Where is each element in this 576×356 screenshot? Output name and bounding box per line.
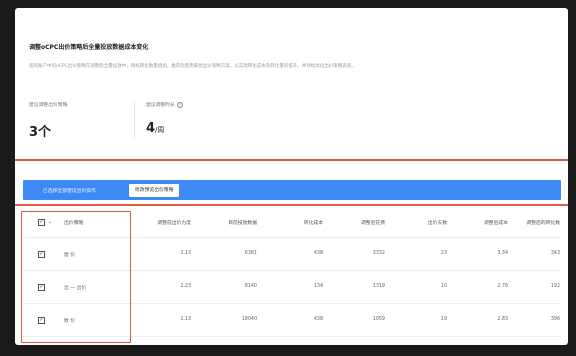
column-header: 目前投放数据 — [228, 221, 257, 226]
table-cell: 192 — [550, 284, 560, 289]
column-header: 调整后花费 — [361, 221, 385, 226]
highlight-line-bottom — [15, 204, 568, 206]
selection-banner-text: 已选择全部建议出价操作 — [43, 189, 96, 194]
table-cell: 2.13 — [180, 251, 191, 256]
table-cell: 3332 — [372, 251, 385, 256]
table-cell: 2.83 — [497, 317, 508, 322]
table-cell: 2.23 — [180, 284, 191, 289]
selection-banner: 已选择全部建议出价操作 修改预览出价策略 — [23, 180, 561, 200]
table-cell: 23 — [440, 251, 447, 256]
table-cell: 6381 — [244, 251, 257, 256]
table-cell: 2.13 — [180, 317, 191, 322]
highlight-line-top — [15, 159, 568, 161]
metric-value-strategies: 3个 — [29, 125, 52, 140]
table-cell: 134 — [313, 284, 323, 289]
metric-divider — [134, 101, 135, 139]
recommendation-card: 调整oCPC出价策略后全量投放数据成本变化 您的账户中的oCPC出价策略在调整后… — [15, 8, 568, 345]
column-header: 出价天数 — [427, 221, 447, 226]
page-description: 您的账户中的oCPC出价策略在调整后全量投放中，目标转化数量增加，推荐您使用最优… — [29, 64, 356, 69]
table-cell: 18040 — [241, 317, 257, 322]
table-cell: 3.34 — [497, 251, 508, 256]
column-header: 调整后成本 — [484, 221, 508, 226]
table-cell: 1319 — [372, 284, 385, 289]
table-cell: 438 — [313, 317, 323, 322]
table-cell: 19 — [440, 317, 447, 322]
table-cell: 396 — [550, 317, 560, 322]
column-header: 调整前出价力度 — [157, 221, 191, 226]
table-cell: 10 — [440, 284, 447, 289]
table-cell: 438 — [313, 251, 323, 256]
column-header: 调整后的转化数 — [526, 221, 560, 226]
metric-label-strategies: 建议调整出价策略 — [29, 103, 68, 108]
column-header: 转化成本 — [303, 221, 323, 226]
table-cell: 1059 — [372, 317, 385, 322]
table-cell: 343 — [550, 251, 560, 256]
batch-edit-button[interactable]: 修改预览出价策略 — [129, 184, 180, 197]
metric-value-duration: 4/周 — [146, 121, 165, 136]
highlight-box-strategy-column — [21, 211, 131, 343]
table-cell: 2.76 — [497, 284, 508, 289]
metric-label-duration: 建议调整时长? — [146, 101, 183, 108]
table-cell: 8140 — [244, 284, 257, 289]
info-icon[interactable]: ? — [176, 101, 183, 108]
page-title: 调整oCPC出价策略后全量投放数据成本变化 — [29, 44, 149, 51]
